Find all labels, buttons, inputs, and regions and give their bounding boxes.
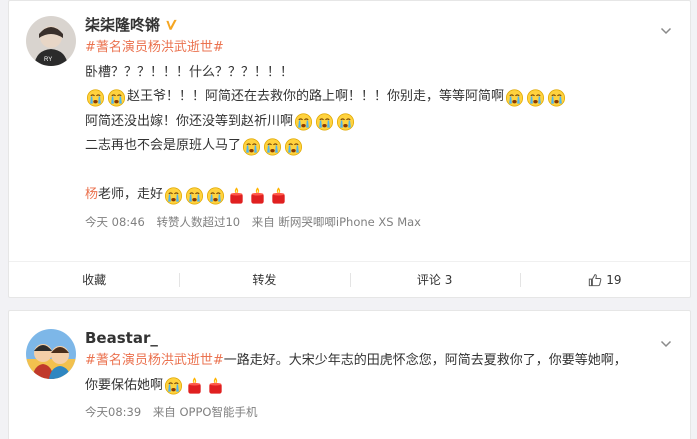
text-line: 阿简还没出嫁！你还没等到赵祈川啊 xyxy=(85,113,294,129)
crying-face-emoji xyxy=(242,137,261,156)
crying-face-emoji xyxy=(86,88,105,107)
crying-face-emoji xyxy=(547,88,566,107)
crying-face-emoji xyxy=(505,88,524,107)
crying-face-emoji xyxy=(263,137,282,156)
like-count: 19 xyxy=(606,272,622,287)
repost-label: 转发 xyxy=(252,273,277,287)
candle-emoji xyxy=(248,186,267,205)
post-time[interactable]: 今天08:39 xyxy=(85,405,141,419)
svg-text:RY: RY xyxy=(44,57,52,63)
post-source[interactable]: 来自 OPPO智能手机 xyxy=(153,405,258,419)
mention-link[interactable]: 杨 xyxy=(85,183,98,208)
favorite-label: 收藏 xyxy=(82,273,107,287)
candle-emoji xyxy=(206,376,225,395)
text-line: 一路走好。大宋少年志的田虎怀念您，阿简去夏救你了，你要等她啊， xyxy=(223,353,627,368)
post-meta: 今天08:39 来自 OPPO智能手机 xyxy=(85,402,670,422)
post-meta: 今天 08:46 转赞人数超过10 来自 断网哭唧唧iPhone XS Max xyxy=(85,212,670,232)
text-line: 二志再也不会是原班人马了 xyxy=(85,138,242,153)
favorite-button[interactable]: 收藏 xyxy=(9,262,179,297)
crying-face-emoji xyxy=(185,186,204,205)
candle-emoji xyxy=(227,186,246,205)
username[interactable]: Beastar_ xyxy=(85,327,158,349)
text-line: 卧槽？？？！！！什么？？？！！！ xyxy=(85,64,294,80)
candle-emoji xyxy=(269,186,288,205)
crying-face-emoji xyxy=(164,376,183,395)
avatar[interactable]: RY xyxy=(26,16,76,66)
crying-face-emoji xyxy=(206,186,225,205)
repost-count: 转赞人数超过10 xyxy=(156,214,241,229)
crying-face-emoji xyxy=(284,137,303,156)
crying-face-emoji xyxy=(107,88,126,107)
comment-button[interactable]: 评论 3 xyxy=(349,262,520,297)
crying-face-emoji xyxy=(315,112,334,131)
crying-face-emoji xyxy=(164,186,183,205)
text-line: 你要保佑她啊 xyxy=(85,377,164,393)
topic-link[interactable]: #蓍名演员杨洪武逝世# xyxy=(85,36,224,61)
post-time[interactable]: 今天 08:46 xyxy=(85,215,145,229)
action-bar: 收藏 转发 评论 3 19 xyxy=(9,261,690,297)
username[interactable]: 柒柒隆咚锵 xyxy=(85,14,160,36)
like-button[interactable]: 19 xyxy=(519,262,690,297)
repost-button[interactable]: 转发 xyxy=(179,262,349,297)
post-card: Beastar_ #蓍名演员杨洪武逝世# 一路走好。大宋少年志的田虎怀念您，阿简… xyxy=(8,310,691,439)
post-source[interactable]: 来自 断网哭唧唧iPhone XS Max xyxy=(252,215,421,229)
verified-badge-icon xyxy=(166,19,177,30)
crying-face-emoji xyxy=(336,112,355,131)
candle-emoji xyxy=(185,376,204,395)
crying-face-emoji xyxy=(526,88,545,107)
post-text: #蓍名演员杨洪武逝世# 一路走好。大宋少年志的田虎怀念您，阿简去夏救你了，你要等… xyxy=(85,349,670,398)
crying-face-emoji xyxy=(294,112,313,131)
post-text: #蓍名演员杨洪武逝世# 卧槽？？？！！！什么？？？！！！ 赵王爷！！！阿简还在去… xyxy=(85,36,670,208)
avatar[interactable] xyxy=(26,329,76,379)
topic-link[interactable]: #蓍名演员杨洪武逝世# xyxy=(85,349,224,374)
post-card: RY 柒柒隆咚锵 #蓍名演员杨洪武逝世# 卧槽？？？！！！什么？？？！！！ 赵王… xyxy=(8,0,691,298)
comment-label: 评论 3 xyxy=(416,273,453,287)
thumbs-up-icon xyxy=(589,273,602,286)
text-line: 赵王爷！！！阿简还在去救你的路上啊！！！你别走，等等阿简啊 xyxy=(127,89,505,104)
text-line: 老师，走好 xyxy=(98,187,164,202)
